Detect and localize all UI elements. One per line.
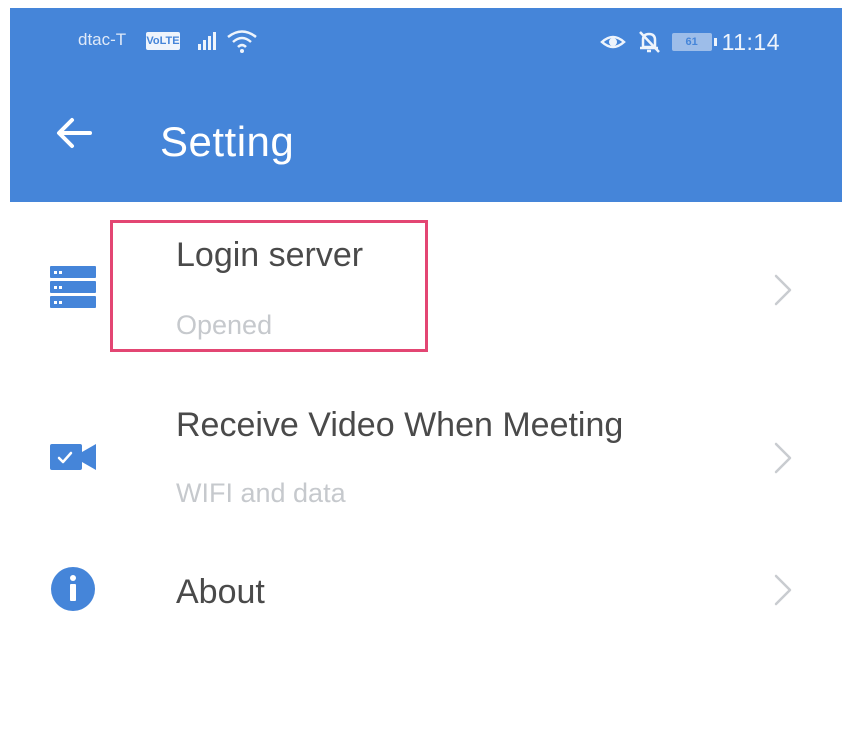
bell-off-icon — [638, 31, 660, 53]
status-time: 11:14 — [721, 28, 780, 55]
setting-item-login-server[interactable]: Login server Opened — [0, 202, 842, 372]
settings-screen: dtac-T VoLTE 61 11:14 Setting Login serv… — [0, 0, 842, 738]
arrow-left-icon[interactable] — [50, 108, 100, 158]
setting-item-about[interactable]: About — [0, 542, 842, 672]
volte-badge: VoLTE — [146, 32, 180, 50]
signal-icon — [198, 32, 216, 50]
setting-subtitle: Opened — [176, 310, 273, 340]
setting-label: Login server — [176, 236, 364, 274]
status-icons-right: 61 11:14 — [599, 24, 780, 60]
status-bar: dtac-T VoLTE 61 11:14 — [10, 8, 842, 78]
battery-icon: 61 — [671, 33, 717, 51]
chevron-right-icon — [774, 274, 792, 306]
chevron-right-icon — [774, 442, 792, 474]
settings-list: Login server Opened Receive Video When M… — [0, 202, 842, 672]
server-icon — [50, 266, 96, 308]
chevron-right-icon — [774, 574, 792, 606]
carrier-name: dtac-T — [78, 30, 127, 49]
wifi-icon — [227, 30, 257, 53]
setting-label: Receive Video When Meeting — [176, 406, 624, 444]
setting-subtitle: WIFI and data — [176, 478, 346, 508]
page-title: Setting — [160, 118, 295, 165]
setting-label: About — [176, 573, 265, 611]
setting-item-receive-video[interactable]: Receive Video When Meeting WIFI and data — [0, 372, 842, 542]
info-icon — [51, 567, 95, 611]
video-camera-icon — [50, 444, 96, 470]
app-bar: dtac-T VoLTE 61 11:14 Setting — [10, 8, 842, 202]
eye-icon — [599, 35, 626, 49]
